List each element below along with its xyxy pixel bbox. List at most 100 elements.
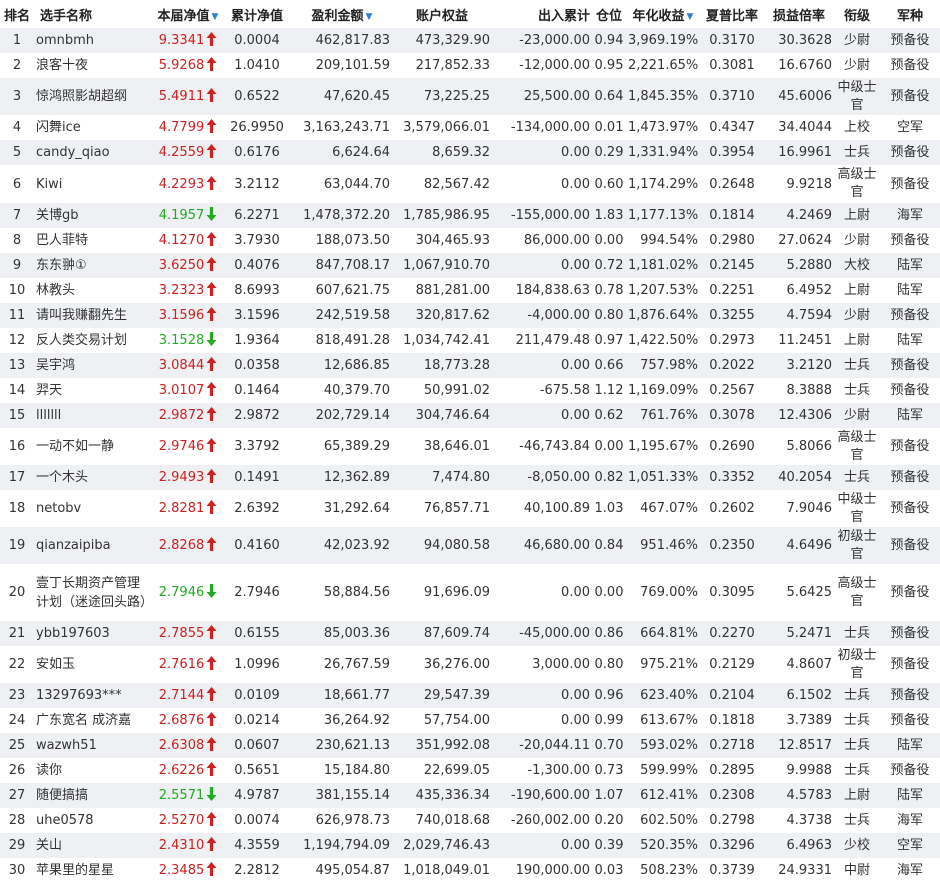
cell-equity: 57,754.00	[392, 708, 492, 733]
table-row[interactable]: 25 wazwh51 2.6308 0.0607 230,621.13 351,992.0…	[0, 733, 940, 758]
cell-nav: 4.2293	[154, 165, 222, 203]
nav-value: 5.9268	[158, 58, 205, 73]
table-row[interactable]: 14 羿天 3.0107 0.1464 40,379.70 50,991.02 -675.5…	[0, 378, 940, 403]
cell-rank: 16	[0, 428, 34, 465]
cell-pl-ratio: 6.1502	[764, 683, 834, 708]
col-nav[interactable]: 本届净值 ▼	[154, 0, 222, 28]
cell-cum-nav: 3.1596	[222, 303, 292, 328]
cell-sharpe: 0.2350	[700, 527, 764, 564]
cell-name[interactable]: lllllll	[34, 403, 154, 428]
cell-title: 上尉	[834, 203, 880, 228]
col-profit[interactable]: 盈利金额 ▼	[292, 0, 392, 28]
table-row[interactable]: 21 ybb197603 2.7855 0.6155 85,003.36 87,609.7…	[0, 621, 940, 646]
cell-position: 0.80	[592, 303, 626, 328]
cell-profit: 607,621.75	[292, 278, 392, 303]
sort-down-icon[interactable]: ▼	[366, 12, 373, 22]
cell-position: 0.03	[592, 858, 626, 883]
cell-annual: 602.50%	[626, 808, 700, 833]
table-row[interactable]: 22 安如玉 2.7616 1.0996 26,767.59 36,276.00 3,000…	[0, 646, 940, 683]
table-row[interactable]: 10 林教头 3.2323 8.6993 607,621.75 881,281.00 184…	[0, 278, 940, 303]
cell-name[interactable]: Kiwi	[34, 165, 154, 203]
table-row[interactable]: 12 反人类交易计划 3.1528 1.9364 818,491.28 1,034,742…	[0, 328, 940, 353]
cell-cum-nav: 0.6155	[222, 621, 292, 646]
cell-name[interactable]: 羿天	[34, 378, 154, 403]
cell-pl-ratio: 5.2471	[764, 621, 834, 646]
cell-name[interactable]: 巴人菲特	[34, 228, 154, 253]
cell-name[interactable]: ybb197603	[34, 621, 154, 646]
cell-position: 0.86	[592, 621, 626, 646]
cell-equity: 304,746.64	[392, 403, 492, 428]
table-row[interactable]: 13 吴宇鸿 3.0844 0.0358 12,686.85 18,773.28 0.00 0…	[0, 353, 940, 378]
table-row[interactable]: 23 13297693*** 2.7144 0.0109 18,661.77 29,547…	[0, 683, 940, 708]
col-title: 衔级	[834, 0, 880, 28]
table-row[interactable]: 29 关山 2.4310 4.3559 1,194,794.09 2,029,746.43…	[0, 833, 940, 858]
table-row[interactable]: 11 请叫我赚翻先生 3.1596 3.1596 242,519.58 320,817.6…	[0, 303, 940, 328]
table-row[interactable]: 17 一个木头 2.9493 0.1491 12,362.89 7,474.80 -8,05…	[0, 465, 940, 490]
table-row[interactable]: 26 读你 2.6226 0.5651 15,184.80 22,699.05 -1,300…	[0, 758, 940, 783]
cell-title: 上尉	[834, 328, 880, 353]
cell-name[interactable]: 13297693***	[34, 683, 154, 708]
cell-nav: 2.6876	[154, 708, 222, 733]
table-row[interactable]: 9 东东翀① 3.6250 0.4076 847,708.17 1,067,910.70 0…	[0, 253, 940, 278]
sort-down-icon[interactable]: ▼	[687, 12, 694, 22]
cell-name[interactable]: omnbmh	[34, 28, 154, 53]
cell-name[interactable]: 一动不如一静	[34, 428, 154, 465]
cell-pl-ratio: 30.3628	[764, 28, 834, 53]
cell-name[interactable]: netobv	[34, 490, 154, 527]
cell-branch: 预备役	[880, 564, 940, 621]
cell-name[interactable]: uhe0578	[34, 808, 154, 833]
cell-branch: 陆军	[880, 733, 940, 758]
cell-name[interactable]: 安如玉	[34, 646, 154, 683]
table-row[interactable]: 20 壹丁长期资产管理计划（迷途回头路） 2.7946 2.7946 58,884.56…	[0, 564, 940, 621]
cell-name[interactable]: 东东翀①	[34, 253, 154, 278]
cell-name[interactable]: 林教头	[34, 278, 154, 303]
cell-name[interactable]: 浪客十夜	[34, 53, 154, 78]
cell-name[interactable]: 闪舞ice	[34, 115, 154, 140]
cell-name[interactable]: 惊鸿照影胡超纲	[34, 78, 154, 115]
cell-name[interactable]: 随便搞搞	[34, 783, 154, 808]
cell-sharpe: 0.2251	[700, 278, 764, 303]
table-row[interactable]: 4 闪舞ice 4.7799 26.9950 3,163,243.71 3,579,066…	[0, 115, 940, 140]
col-annual[interactable]: 年化收益 ▼	[626, 0, 700, 28]
table-row[interactable]: 28 uhe0578 2.5270 0.0074 626,978.73 740,018.6…	[0, 808, 940, 833]
cell-name[interactable]: qianzaipiba	[34, 527, 154, 564]
table-row[interactable]: 8 巴人菲特 4.1270 3.7930 188,073.50 304,465.93 86,…	[0, 228, 940, 253]
cell-name[interactable]: 反人类交易计划	[34, 328, 154, 353]
table-row[interactable]: 24 广东宽名 成济嘉 2.6876 0.0214 36,264.92 57,754.00…	[0, 708, 940, 733]
arrow-up-icon	[206, 407, 217, 421]
cell-name[interactable]: candy_qiao	[34, 140, 154, 165]
cell-name[interactable]: 吴宇鸿	[34, 353, 154, 378]
cell-name[interactable]: 请叫我赚翻先生	[34, 303, 154, 328]
table-row[interactable]: 1 omnbmh 9.3341 0.0004 462,817.83 473,329.90-…	[0, 28, 940, 53]
table-row[interactable]: 19 qianzaipiba 2.8268 0.4160 42,023.92 94,080…	[0, 527, 940, 564]
table-row[interactable]: 2 浪客十夜 5.9268 1.0410 209,101.59 217,852.33 -12…	[0, 53, 940, 78]
cell-annual: 757.98%	[626, 353, 700, 378]
table-row[interactable]: 16 一动不如一静 2.9746 3.3792 65,389.29 38,646.01 -4…	[0, 428, 940, 465]
table-row[interactable]: 27 随便搞搞 2.5571 4.9787 381,155.14 435,336.34 -1…	[0, 783, 940, 808]
arrow-up-icon	[206, 837, 217, 851]
table-row[interactable]: 6 Kiwi 4.2293 3.2112 63,044.70 82,567.42 0.00 0…	[0, 165, 940, 203]
cell-rank: 21	[0, 621, 34, 646]
cell-sharpe: 0.1818	[700, 708, 764, 733]
cell-name[interactable]: 关山	[34, 833, 154, 858]
table-row[interactable]: 7 关博gb 4.1957 6.2271 1,478,372.20 1,785,986.9…	[0, 203, 940, 228]
sort-down-icon[interactable]: ▼	[212, 12, 219, 22]
cell-pl-ratio: 45.6006	[764, 78, 834, 115]
cell-name[interactable]: 苹果里的星星	[34, 858, 154, 883]
cell-name[interactable]: 广东宽名 成济嘉	[34, 708, 154, 733]
table-row[interactable]: 30 苹果里的星星 2.3485 2.2812 495,054.87 1,018,049.…	[0, 858, 940, 883]
nav-value: 3.2323	[158, 283, 205, 298]
cell-name[interactable]: 读你	[34, 758, 154, 783]
cell-name[interactable]: 壹丁长期资产管理计划（迷途回头路）	[34, 564, 154, 621]
cell-title: 少校	[834, 833, 880, 858]
table-row[interactable]: 18 netobv 2.8281 2.6392 31,292.64 76,857.71 40…	[0, 490, 940, 527]
table-row[interactable]: 15 lllllll 2.9872 2.9872 202,729.14 304,746.6…	[0, 403, 940, 428]
nav-value: 2.5571	[158, 788, 205, 803]
cell-name[interactable]: 关博gb	[34, 203, 154, 228]
cell-profit: 40,379.70	[292, 378, 392, 403]
table-row[interactable]: 5 candy_qiao 4.2559 0.6176 6,624.64 8,659.32 0…	[0, 140, 940, 165]
table-row[interactable]: 3 惊鸿照影胡超纲 5.4911 0.6522 47,620.45 73,225.25 25…	[0, 78, 940, 115]
cell-name[interactable]: wazwh51	[34, 733, 154, 758]
cell-name[interactable]: 一个木头	[34, 465, 154, 490]
cell-inout: 0.00	[492, 165, 592, 203]
